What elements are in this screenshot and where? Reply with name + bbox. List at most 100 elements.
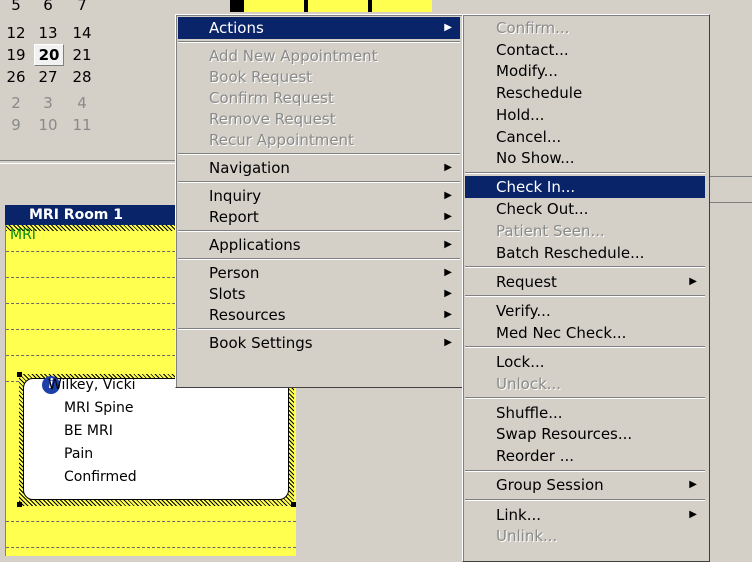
calendar-day[interactable]: 6 xyxy=(34,0,62,16)
appointment-detail: MRI Spine xyxy=(64,400,134,416)
calendar-day[interactable]: 7 xyxy=(68,0,96,16)
calendar-day[interactable]: 14 xyxy=(68,22,96,44)
menu-item-label: Actions xyxy=(209,19,264,37)
appointment-body[interactable]: i Wilkey, Vicki MRI Spine BE MRI Pain Confirm… xyxy=(23,376,289,500)
calendar-day[interactable]: 5 xyxy=(2,0,30,16)
actions-item-unlock[interactable]: Unlock... xyxy=(465,373,705,395)
calendar-day[interactable]: 3 xyxy=(34,92,62,114)
calendar-day[interactable]: 19 xyxy=(2,44,30,66)
actions-item-modify[interactable]: Modify... xyxy=(465,60,705,82)
menu-item-remove-request[interactable]: Remove Request xyxy=(178,108,460,130)
menu-item-book-request[interactable]: Book Request xyxy=(178,66,460,88)
calendar-day[interactable]: 13 xyxy=(34,22,62,44)
menu-separator xyxy=(465,171,705,174)
actions-item-unlink[interactable]: Unlink... xyxy=(465,525,705,547)
submenu-arrow-icon: ▶ xyxy=(689,508,697,520)
menu-item-slots[interactable]: Slots ▶ xyxy=(178,283,460,305)
submenu-arrow-icon: ▶ xyxy=(444,211,452,222)
menu-item-label: Modify... xyxy=(496,62,558,81)
menu-separator xyxy=(178,258,460,260)
actions-item-reorder[interactable]: Reorder ... xyxy=(465,445,705,467)
actions-item-confirm[interactable]: Confirm... xyxy=(465,17,705,39)
actions-item-request[interactable]: Request ▶ xyxy=(465,271,705,293)
menu-item-navigation[interactable]: Navigation ▶ xyxy=(178,157,460,179)
actions-item-check-out[interactable]: Check Out... xyxy=(465,198,705,220)
menu-item-inquiry[interactable]: Inquiry ▶ xyxy=(178,185,460,207)
actions-item-verify[interactable]: Verify... xyxy=(465,300,705,322)
menu-item-label: No Show... xyxy=(496,149,575,168)
menu-item-applications[interactable]: Applications ▶ xyxy=(178,234,460,256)
actions-item-contact[interactable]: Contact... xyxy=(465,39,705,61)
calendar-day[interactable]: 28 xyxy=(68,66,96,88)
calendar-week-row: 26 27 28 xyxy=(0,66,180,88)
actions-item-med-nec-check[interactable]: Med Nec Check... xyxy=(465,322,705,344)
menu-item-label: Batch Reschedule... xyxy=(496,243,645,262)
actions-item-shuffle[interactable]: Shuffle... xyxy=(465,402,705,424)
calendar-week-row: 567 xyxy=(0,0,180,16)
menu-item-person[interactable]: Person ▶ xyxy=(178,262,460,284)
right-edge-panel xyxy=(708,0,752,556)
calendar-day-today[interactable]: 20 xyxy=(34,44,64,66)
slot-divider xyxy=(6,547,296,548)
submenu-arrow-icon: ▶ xyxy=(444,239,452,250)
actions-item-batch-reschedule[interactable]: Batch Reschedule... xyxy=(465,242,705,264)
room-header[interactable]: MRI Room 1 xyxy=(5,205,180,225)
submenu-arrow-icon: ▶ xyxy=(689,479,697,491)
submenu-arrow-icon: ▶ xyxy=(444,309,452,320)
actions-item-hold[interactable]: Hold... xyxy=(465,104,705,126)
actions-item-no-show[interactable]: No Show... xyxy=(465,147,705,169)
calendar-day[interactable]: 27 xyxy=(34,66,62,88)
menu-item-label: Unlock... xyxy=(496,374,562,393)
menu-item-label: Unlink... xyxy=(496,527,558,546)
actions-item-lock[interactable]: Lock... xyxy=(465,351,705,373)
menu-separator xyxy=(465,346,705,349)
actions-item-cancel[interactable]: Cancel... xyxy=(465,126,705,148)
actions-item-check-in[interactable]: Check In... xyxy=(465,176,705,199)
mini-calendar: 5 6 7 12 13 14 19 20 21 26 27 28 2 3 4 9 10 11 xyxy=(0,0,180,175)
menu-item-label: Group Session xyxy=(496,476,604,495)
appointment-card[interactable]: i Wilkey, Vicki MRI Spine BE MRI Pain Confirm… xyxy=(17,372,296,507)
menu-item-recur-appointment[interactable]: Recur Appointment xyxy=(178,129,460,151)
actions-item-group-session[interactable]: Group Session ▶ xyxy=(465,474,705,496)
calendar-day[interactable]: 11 xyxy=(68,114,96,136)
submenu-arrow-icon: ▶ xyxy=(689,275,697,287)
submenu-arrow-icon: ▶ xyxy=(444,267,452,278)
menu-separator xyxy=(178,41,460,43)
menu-item-label: Shuffle... xyxy=(496,403,563,422)
calendar-day[interactable]: 26 xyxy=(2,66,30,88)
menu-item-confirm-request[interactable]: Confirm Request xyxy=(178,87,460,109)
menu-item-label: Check In... xyxy=(496,178,576,197)
menu-item-label: Navigation xyxy=(209,159,290,177)
actions-item-link[interactable]: Link... ▶ xyxy=(465,504,705,526)
calendar-day[interactable]: 12 xyxy=(2,22,30,44)
menu-item-label: Inquiry xyxy=(209,187,262,205)
actions-item-patient-seen[interactable]: Patient Seen... xyxy=(465,220,705,242)
calendar-day[interactable]: 2 xyxy=(2,92,30,114)
menu-item-book-settings[interactable]: Book Settings ▶ xyxy=(178,332,460,354)
menu-item-add-new-appointment[interactable]: Add New Appointment xyxy=(178,45,460,67)
calendar-week-row: 9 10 11 xyxy=(0,114,180,136)
menu-item-report[interactable]: Report ▶ xyxy=(178,206,460,228)
calendar-divider xyxy=(0,160,180,164)
menu-item-label: Hold... xyxy=(496,105,545,124)
submenu-arrow-icon: ▶ xyxy=(444,288,452,299)
calendar-day[interactable]: 4 xyxy=(68,92,96,114)
actions-submenu: Confirm... Contact... Modify... Reschedule H… xyxy=(462,14,710,562)
actions-item-reschedule[interactable]: Reschedule xyxy=(465,82,705,104)
menu-separator xyxy=(178,153,460,155)
menu-item-label: Swap Resources... xyxy=(496,425,633,444)
calendar-day[interactable]: 10 xyxy=(34,114,62,136)
menu-item-label: Check Out... xyxy=(496,200,589,219)
calendar-day[interactable]: 9 xyxy=(2,114,30,136)
actions-item-swap-resources[interactable]: Swap Resources... xyxy=(465,423,705,445)
menu-item-resources[interactable]: Resources ▶ xyxy=(178,304,460,326)
menu-separator xyxy=(178,328,460,330)
calendar-week-row: 19 20 21 xyxy=(0,44,180,66)
menu-item-label: Med Nec Check... xyxy=(496,323,627,342)
submenu-arrow-icon: ▶ xyxy=(444,22,452,33)
menu-item-label: Confirm... xyxy=(496,19,570,37)
calendar-day[interactable]: 21 xyxy=(68,44,96,66)
menu-item-actions[interactable]: Actions ▶ xyxy=(178,17,460,39)
patient-name: Wilkey, Vicki xyxy=(48,377,136,393)
menu-item-label: Lock... xyxy=(496,352,545,371)
